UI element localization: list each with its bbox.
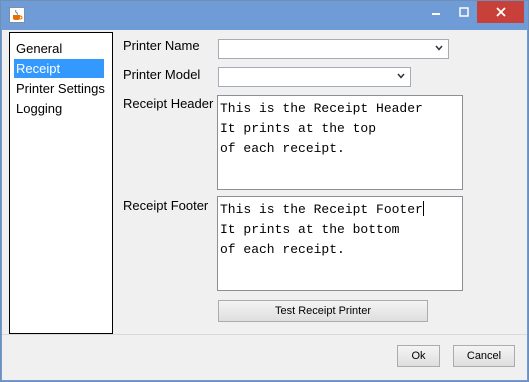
- text-caret: [422, 201, 424, 216]
- minimize-icon: [432, 13, 440, 15]
- sidebar-item-receipt[interactable]: Receipt: [14, 59, 104, 78]
- test-receipt-printer-button[interactable]: Test Receipt Printer: [218, 300, 428, 322]
- receipt-footer-text: This is the Receipt Footer: [220, 202, 423, 217]
- sidebar-item-printer-settings[interactable]: Printer Settings: [14, 79, 105, 98]
- printer-model-label: Printer Model: [123, 67, 201, 82]
- sidebar-item-general[interactable]: General: [14, 39, 62, 58]
- title-bar[interactable]: [1, 1, 528, 29]
- dialog-content: General Receipt Printer Settings Logging…: [2, 30, 527, 380]
- minimize-button[interactable]: [421, 1, 451, 23]
- chevron-down-icon: [435, 45, 443, 51]
- printer-name-label: Printer Name: [123, 38, 200, 53]
- sidebar-item-logging[interactable]: Logging: [14, 99, 62, 118]
- printer-model-select[interactable]: [218, 67, 411, 87]
- receipt-header-textarea[interactable]: This is the Receipt Header It prints at …: [217, 95, 463, 190]
- ok-button[interactable]: Ok: [397, 345, 440, 367]
- maximize-button[interactable]: [451, 1, 477, 23]
- receipt-footer-text-rest: It prints at the bottom of each receipt.: [220, 222, 400, 257]
- cancel-button[interactable]: Cancel: [453, 345, 515, 367]
- java-cup-icon: [9, 7, 25, 23]
- close-button[interactable]: [477, 1, 524, 23]
- chevron-down-icon: [397, 73, 405, 79]
- printer-name-select[interactable]: [218, 39, 449, 59]
- preferences-dialog: General Receipt Printer Settings Logging…: [0, 0, 529, 382]
- receipt-header-label: Receipt Header: [123, 96, 214, 111]
- close-icon: [495, 7, 506, 17]
- receipt-footer-textarea[interactable]: This is the Receipt Footer It prints at …: [217, 196, 463, 291]
- maximize-icon: [459, 7, 469, 17]
- footer-divider: [2, 334, 527, 335]
- settings-category-list[interactable]: General Receipt Printer Settings Logging: [9, 32, 113, 334]
- receipt-footer-label: Receipt Footer: [123, 198, 209, 213]
